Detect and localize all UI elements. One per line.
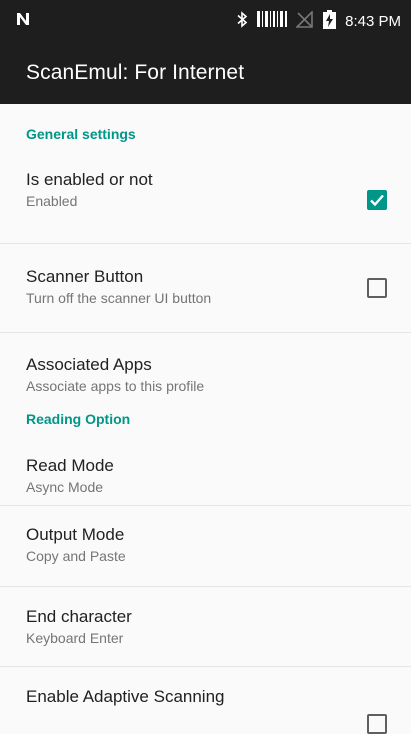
pref-summary: Keyboard Enter bbox=[26, 630, 124, 646]
battery-charging-icon bbox=[323, 9, 337, 33]
pref-summary: Associate apps to this profile bbox=[26, 378, 205, 394]
enabled-checkbox[interactable] bbox=[367, 189, 387, 210]
pref-title: Associated Apps bbox=[26, 355, 152, 374]
pref-title: End character bbox=[26, 607, 132, 626]
pref-summary: Enabled bbox=[26, 193, 78, 209]
pref-scanner-button[interactable]: Scanner Button Turn off the scanner UI b… bbox=[0, 244, 411, 333]
pref-end-character[interactable]: End character Keyboard Enter bbox=[0, 587, 411, 667]
pref-summary: Async Mode bbox=[26, 479, 104, 495]
pref-summary: Turn off the scanner UI button bbox=[26, 290, 212, 306]
pref-output-mode[interactable]: Output Mode Copy and Paste bbox=[0, 506, 411, 587]
app-bar: ScanEmul: For Internet bbox=[0, 42, 411, 104]
status-time: 8:43 PM bbox=[345, 12, 401, 30]
pref-title: Is enabled or not bbox=[26, 170, 153, 189]
category-general-settings: General settings bbox=[26, 126, 136, 142]
n-notification-icon bbox=[16, 12, 30, 31]
bluetooth-icon bbox=[237, 10, 248, 32]
pref-title: Output Mode bbox=[26, 525, 125, 544]
pref-read-mode[interactable]: Read Mode Async Mode bbox=[0, 439, 411, 506]
preference-list: General settings Is enabled or not Enabl… bbox=[0, 104, 411, 734]
pref-summary: Copy and Paste bbox=[26, 548, 126, 564]
pref-title: Scanner Button bbox=[26, 267, 144, 286]
adaptive-scanning-checkbox[interactable] bbox=[367, 714, 387, 734]
no-signal-icon bbox=[295, 9, 314, 32]
pref-title: Enable Adaptive Scanning bbox=[26, 687, 225, 706]
pref-associated-apps[interactable]: Associated Apps Associate apps to this p… bbox=[0, 333, 411, 403]
pref-title: Read Mode bbox=[26, 456, 114, 475]
scanner-button-checkbox[interactable] bbox=[367, 278, 387, 298]
pref-is-enabled[interactable]: Is enabled or not Enabled bbox=[0, 156, 411, 244]
barcode-icon bbox=[257, 11, 288, 31]
category-reading-option: Reading Option bbox=[26, 411, 131, 427]
pref-adaptive-scanning[interactable]: Enable Adaptive Scanning bbox=[0, 667, 411, 734]
status-bar: 8:43 PM bbox=[0, 0, 411, 42]
app-title: ScanEmul: For Internet bbox=[26, 61, 245, 84]
